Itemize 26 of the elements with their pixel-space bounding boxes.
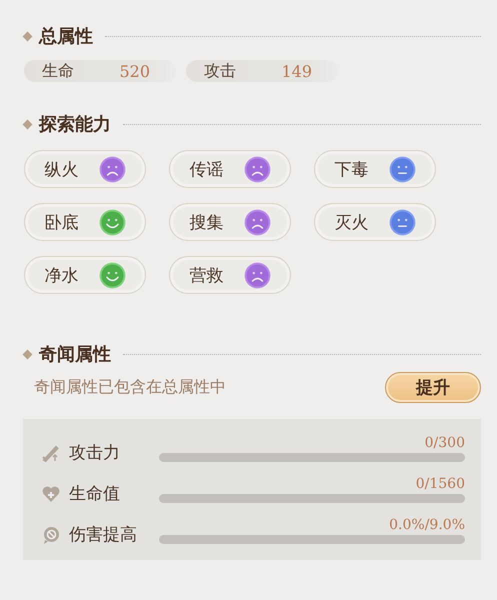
stat-label: 生命值 — [69, 483, 121, 505]
ability-label: 纵火 — [44, 158, 78, 180]
stat-value: 520 — [119, 62, 150, 80]
ability-label: 净水 — [44, 264, 78, 286]
section-title: 探索能力 — [39, 113, 111, 136]
ability-label: 营救 — [190, 264, 224, 286]
sword-icon — [41, 443, 61, 463]
ability-label: 下毒 — [334, 158, 368, 180]
stat-label: 伤害提高 — [69, 524, 138, 546]
stat-label: 攻击力 — [69, 442, 121, 464]
progress-reading: 0/1560 — [416, 476, 465, 492]
ability-label: 搜集 — [190, 212, 224, 234]
progress-reading: 0.0%/9.0% — [389, 517, 465, 533]
progress-reading: 0/300 — [424, 435, 465, 451]
section-title: 总属性 — [39, 25, 93, 48]
stat-label: 生命 — [42, 60, 74, 82]
chat-bubble-icon — [41, 525, 61, 545]
ability-label: 传谣 — [190, 158, 224, 180]
stat-value: 149 — [281, 62, 312, 80]
heart-plus-icon — [41, 484, 61, 504]
section-title: 奇闻属性 — [39, 343, 111, 366]
ability-label: 灭火 — [334, 212, 368, 234]
ability-label: 卧底 — [44, 212, 78, 234]
stat-label: 攻击 — [204, 60, 236, 82]
info-text: 奇闻属性已包含在总属性中 — [34, 377, 226, 398]
upgrade-button[interactable]: 提升 — [385, 372, 481, 403]
